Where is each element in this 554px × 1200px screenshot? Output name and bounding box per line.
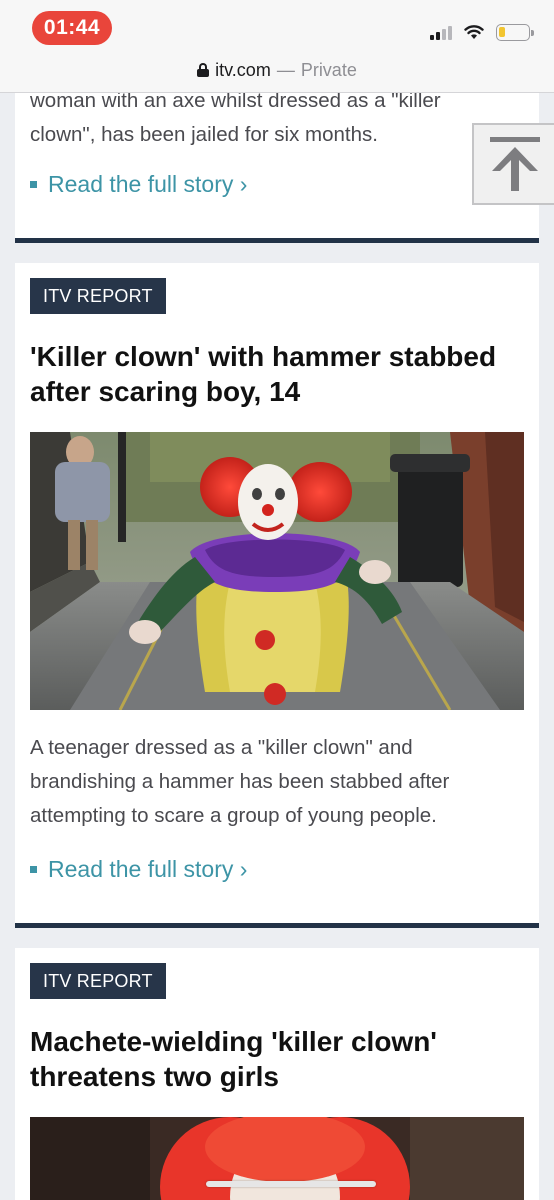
article-card: ITV REPORT Machete-wielding 'killer clow… xyxy=(15,948,539,1200)
article-card: ITV REPORT 'Killer clown' with hammer st… xyxy=(15,263,539,928)
private-mode-label: Private xyxy=(300,59,357,80)
url-domain: itv.com xyxy=(215,59,271,80)
itv-report-tag: ITV REPORT xyxy=(30,963,166,999)
clown-red-hair-photo xyxy=(30,1117,524,1200)
read-full-story-link[interactable]: Read the full story › xyxy=(30,856,247,883)
itv-report-tag: ITV REPORT xyxy=(30,278,166,314)
browser-top-bar: 01:44 itv.com — Private xyxy=(0,0,554,93)
arrow-up-icon xyxy=(490,137,540,191)
cellular-signal-icon xyxy=(430,24,452,40)
read-more-label: Read the full story › xyxy=(48,856,248,882)
article-headline[interactable]: 'Killer clown' with hammer stabbed after… xyxy=(30,339,530,409)
lock-icon xyxy=(197,63,210,77)
battery-icon xyxy=(496,23,534,41)
article-photo[interactable] xyxy=(30,1117,524,1200)
article-headline[interactable]: Machete-wielding 'killer clown' threaten… xyxy=(30,1024,530,1094)
article-summary: A teenager dressed as a "killer clown" a… xyxy=(30,736,450,827)
bullet-icon xyxy=(30,866,37,873)
url-separator: — xyxy=(276,59,295,80)
back-to-top-button[interactable] xyxy=(472,123,554,205)
read-more-label: Read the full story › xyxy=(48,171,248,197)
bullet-icon xyxy=(30,181,37,188)
read-full-story-link[interactable]: Read the full story › xyxy=(30,171,247,198)
status-time[interactable]: 01:44 xyxy=(32,11,112,45)
home-indicator[interactable] xyxy=(206,1181,376,1187)
article-photo[interactable] xyxy=(30,432,524,710)
status-icons xyxy=(430,22,534,42)
killer-clown-alley-photo xyxy=(30,432,524,710)
article-summary: woman with an axe whilst dressed as a "k… xyxy=(30,89,441,146)
address-bar[interactable]: itv.com — Private xyxy=(0,56,554,84)
wifi-icon xyxy=(464,24,484,40)
